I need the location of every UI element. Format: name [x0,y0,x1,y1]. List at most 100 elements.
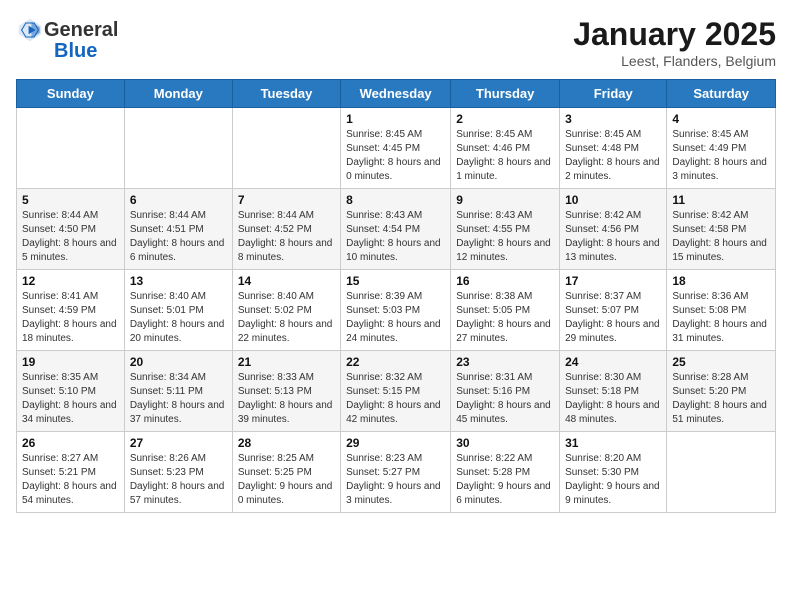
day-info: Sunrise: 8:32 AM Sunset: 5:15 PM Dayligh… [346,371,445,427]
day-number: 21 [238,355,335,369]
calendar-cell [232,108,340,189]
day-number: 25 [672,355,770,369]
weekday-header-saturday: Saturday [667,80,776,108]
calendar-cell: 12 Sunrise: 8:41 AM Sunset: 4:59 PM Dayli… [17,270,125,351]
day-number: 7 [238,193,335,207]
day-number: 18 [672,274,770,288]
day-info: Sunrise: 8:44 AM Sunset: 4:51 PM Dayligh… [130,209,227,265]
day-info: Sunrise: 8:35 AM Sunset: 5:10 PM Dayligh… [22,371,119,427]
logo-blue-text: Blue [54,40,97,63]
calendar-cell: 4Sunrise: 8:45 AM Sunset: 4:49 PM Daylig… [667,108,776,189]
weekday-header-sunday: Sunday [17,80,125,108]
day-number: 24 [565,355,661,369]
logo: General Blue [16,16,118,63]
day-info: Sunrise: 8:44 AM Sunset: 4:50 PM Dayligh… [22,209,119,265]
calendar-week-2: 5 Sunrise: 8:44 AM Sunset: 4:50 PM Daylig… [17,189,776,270]
calendar-cell: 5 Sunrise: 8:44 AM Sunset: 4:50 PM Daylig… [17,189,125,270]
calendar-cell: 29Sunrise: 8:23 AM Sunset: 5:27 PM Dayli… [341,432,451,513]
calendar-cell: 3Sunrise: 8:45 AM Sunset: 4:48 PM Daylig… [560,108,667,189]
day-number: 30 [456,436,554,450]
day-number: 16 [456,274,554,288]
calendar-cell: 30 Sunrise: 8:22 AM Sunset: 5:28 PM Dayli… [451,432,560,513]
calendar-week-4: 19 Sunrise: 8:35 AM Sunset: 5:10 PM Dayli… [17,351,776,432]
calendar-cell: 11 Sunrise: 8:42 AM Sunset: 4:58 PM Dayli… [667,189,776,270]
logo-icon [16,16,44,44]
calendar-cell: 20 Sunrise: 8:34 AM Sunset: 5:11 PM Dayli… [124,351,232,432]
day-info: Sunrise: 8:44 AM Sunset: 4:52 PM Dayligh… [238,209,335,265]
day-number: 28 [238,436,335,450]
day-number: 22 [346,355,445,369]
day-info: Sunrise: 8:20 AM Sunset: 5:30 PM Dayligh… [565,452,661,508]
day-info: Sunrise: 8:43 AM Sunset: 4:54 PM Dayligh… [346,209,445,265]
day-number: 20 [130,355,227,369]
calendar-cell: 6Sunrise: 8:44 AM Sunset: 4:51 PM Daylig… [124,189,232,270]
day-info: Sunrise: 8:41 AM Sunset: 4:59 PM Dayligh… [22,290,119,346]
day-info: Sunrise: 8:45 AM Sunset: 4:45 PM Dayligh… [346,128,445,184]
calendar-cell: 25Sunrise: 8:28 AM Sunset: 5:20 PM Dayli… [667,351,776,432]
calendar-cell: 16 Sunrise: 8:38 AM Sunset: 5:05 PM Dayli… [451,270,560,351]
weekday-header-monday: Monday [124,80,232,108]
day-info: Sunrise: 8:45 AM Sunset: 4:46 PM Dayligh… [456,128,554,184]
calendar-cell: 10 Sunrise: 8:42 AM Sunset: 4:56 PM Dayli… [560,189,667,270]
day-info: Sunrise: 8:25 AM Sunset: 5:25 PM Dayligh… [238,452,335,508]
page-header: General Blue January 2025 Leest, Flander… [16,16,776,69]
day-info: Sunrise: 8:37 AM Sunset: 5:07 PM Dayligh… [565,290,661,346]
calendar-cell [17,108,125,189]
day-number: 23 [456,355,554,369]
day-info: Sunrise: 8:39 AM Sunset: 5:03 PM Dayligh… [346,290,445,346]
calendar-cell: 31 Sunrise: 8:20 AM Sunset: 5:30 PM Dayli… [560,432,667,513]
day-number: 29 [346,436,445,450]
calendar-cell: 26Sunrise: 8:27 AM Sunset: 5:21 PM Dayli… [17,432,125,513]
calendar-cell: 14Sunrise: 8:40 AM Sunset: 5:02 PM Dayli… [232,270,340,351]
calendar-cell [124,108,232,189]
weekday-header-tuesday: Tuesday [232,80,340,108]
day-number: 5 [22,193,119,207]
calendar-cell: 15 Sunrise: 8:39 AM Sunset: 5:03 PM Dayli… [341,270,451,351]
location-subtitle: Leest, Flanders, Belgium [573,53,776,69]
day-info: Sunrise: 8:36 AM Sunset: 5:08 PM Dayligh… [672,290,770,346]
calendar-cell: 2 Sunrise: 8:45 AM Sunset: 4:46 PM Daylig… [451,108,560,189]
title-area: January 2025 Leest, Flanders, Belgium [573,16,776,69]
day-number: 10 [565,193,661,207]
calendar-week-5: 26Sunrise: 8:27 AM Sunset: 5:21 PM Dayli… [17,432,776,513]
day-info: Sunrise: 8:38 AM Sunset: 5:05 PM Dayligh… [456,290,554,346]
weekday-header-row: SundayMondayTuesdayWednesdayThursdayFrid… [17,80,776,108]
day-number: 13 [130,274,227,288]
day-number: 2 [456,112,554,126]
day-info: Sunrise: 8:42 AM Sunset: 4:56 PM Dayligh… [565,209,661,265]
day-info: Sunrise: 8:40 AM Sunset: 5:02 PM Dayligh… [238,290,335,346]
day-info: Sunrise: 8:42 AM Sunset: 4:58 PM Dayligh… [672,209,770,265]
calendar-cell: 22 Sunrise: 8:32 AM Sunset: 5:15 PM Dayli… [341,351,451,432]
calendar-cell: 9Sunrise: 8:43 AM Sunset: 4:55 PM Daylig… [451,189,560,270]
weekday-header-wednesday: Wednesday [341,80,451,108]
day-info: Sunrise: 8:26 AM Sunset: 5:23 PM Dayligh… [130,452,227,508]
day-number: 11 [672,193,770,207]
day-number: 26 [22,436,119,450]
calendar-cell: 18 Sunrise: 8:36 AM Sunset: 5:08 PM Dayli… [667,270,776,351]
day-number: 31 [565,436,661,450]
day-info: Sunrise: 8:34 AM Sunset: 5:11 PM Dayligh… [130,371,227,427]
day-number: 4 [672,112,770,126]
calendar-cell: 17 Sunrise: 8:37 AM Sunset: 5:07 PM Dayli… [560,270,667,351]
calendar-week-3: 12 Sunrise: 8:41 AM Sunset: 4:59 PM Dayli… [17,270,776,351]
day-number: 12 [22,274,119,288]
weekday-header-friday: Friday [560,80,667,108]
day-info: Sunrise: 8:45 AM Sunset: 4:48 PM Dayligh… [565,128,661,184]
day-info: Sunrise: 8:30 AM Sunset: 5:18 PM Dayligh… [565,371,661,427]
day-number: 1 [346,112,445,126]
calendar-cell: 8 Sunrise: 8:43 AM Sunset: 4:54 PM Daylig… [341,189,451,270]
day-number: 17 [565,274,661,288]
day-number: 27 [130,436,227,450]
day-info: Sunrise: 8:40 AM Sunset: 5:01 PM Dayligh… [130,290,227,346]
calendar-cell [667,432,776,513]
calendar-cell: 1 Sunrise: 8:45 AM Sunset: 4:45 PM Daylig… [341,108,451,189]
calendar-cell: 21Sunrise: 8:33 AM Sunset: 5:13 PM Dayli… [232,351,340,432]
calendar-table: SundayMondayTuesdayWednesdayThursdayFrid… [16,79,776,513]
day-number: 19 [22,355,119,369]
calendar-cell: 13 Sunrise: 8:40 AM Sunset: 5:01 PM Dayli… [124,270,232,351]
calendar-cell: 19 Sunrise: 8:35 AM Sunset: 5:10 PM Dayli… [17,351,125,432]
day-info: Sunrise: 8:22 AM Sunset: 5:28 PM Dayligh… [456,452,554,508]
day-number: 8 [346,193,445,207]
day-number: 15 [346,274,445,288]
calendar-cell: 24 Sunrise: 8:30 AM Sunset: 5:18 PM Dayli… [560,351,667,432]
